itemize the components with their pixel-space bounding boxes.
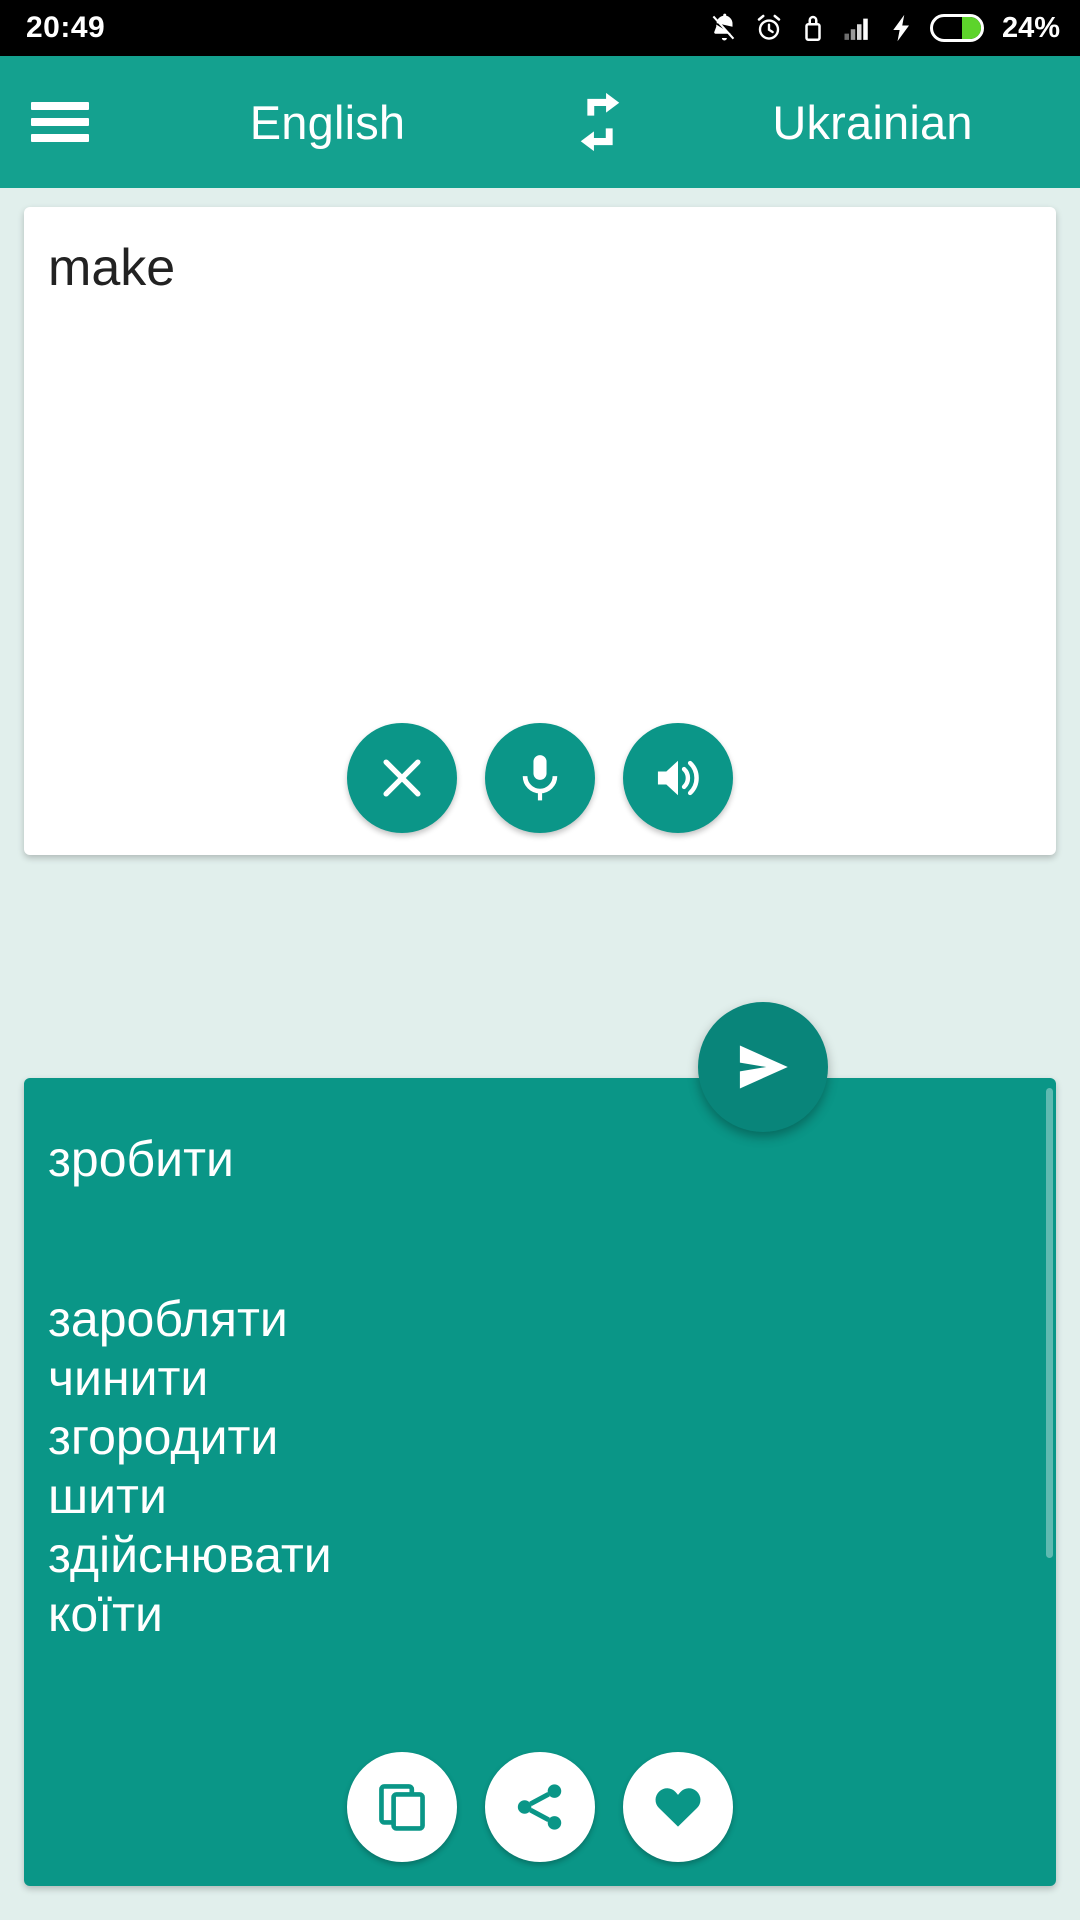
translate-send-button[interactable]: [698, 1002, 828, 1132]
usb-icon: [805, 15, 821, 41]
list-item: здійснювати: [48, 1527, 332, 1583]
copy-icon: [379, 1784, 425, 1831]
share-button[interactable]: [485, 1752, 595, 1862]
source-actions: [24, 723, 1056, 833]
voice-input-button[interactable]: [485, 723, 595, 833]
source-text-input[interactable]: make: [48, 237, 1032, 299]
microphone-icon: [522, 755, 558, 801]
share-icon: [517, 1784, 562, 1830]
target-language-button[interactable]: Ukrainian: [665, 95, 1080, 150]
close-icon: [383, 759, 421, 797]
list-item: заробляти: [48, 1291, 288, 1347]
charging-bolt-icon: [893, 14, 909, 42]
swap-languages-icon: [580, 92, 620, 152]
synonyms-list: заробляти чинити згородити шити здійснюв…: [48, 1290, 1032, 1644]
heart-icon: [655, 1788, 701, 1827]
list-item: коїти: [48, 1586, 163, 1642]
status-clock: 20:49: [26, 11, 106, 44]
translation-text: зробити: [48, 1131, 234, 1187]
send-icon: [739, 1045, 788, 1089]
speaker-icon: [657, 760, 699, 796]
translation-card[interactable]: зробити заробляти чинити згородити шити …: [24, 1078, 1056, 1886]
source-text-card[interactable]: make: [24, 207, 1056, 855]
battery-icon: [929, 14, 984, 42]
battery-fill: [961, 17, 981, 39]
signal-icon: [844, 18, 868, 40]
app-bar: English Ukrainian: [0, 56, 1080, 188]
menu-icon: [31, 102, 89, 142]
notifications-off-icon: [712, 13, 735, 41]
swap-languages-button[interactable]: [535, 56, 665, 188]
list-item: згородити: [48, 1409, 279, 1465]
source-language-button[interactable]: English: [120, 95, 535, 150]
app-screen: 20:49 24% English Ukrainian make зробити…: [0, 0, 1080, 1920]
menu-button[interactable]: [0, 56, 120, 188]
battery-percent-label: 24%: [1001, 11, 1060, 44]
favorite-button[interactable]: [623, 1752, 733, 1862]
translation-actions: [24, 1752, 1056, 1862]
list-item: чинити: [48, 1350, 209, 1406]
scrollbar[interactable]: [1046, 1088, 1053, 1558]
speak-source-button[interactable]: [623, 723, 733, 833]
status-bar: 20:49 24%: [0, 0, 1080, 56]
copy-button[interactable]: [347, 1752, 457, 1862]
alarm-icon: [757, 14, 781, 40]
status-icons: 24%: [710, 13, 1060, 43]
clear-button[interactable]: [347, 723, 457, 833]
list-item: шити: [48, 1468, 167, 1524]
